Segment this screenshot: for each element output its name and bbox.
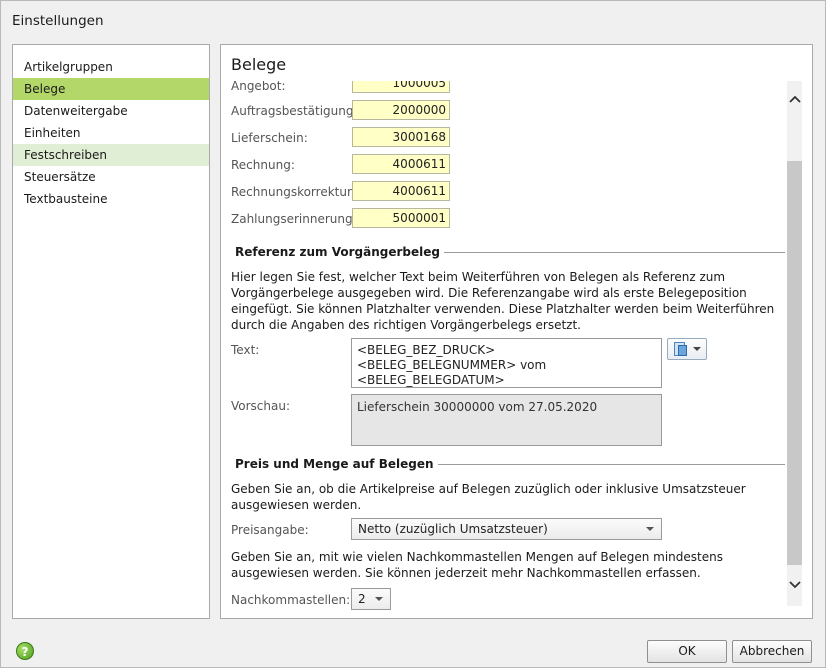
panel-title: Belege xyxy=(231,55,287,74)
number-label-auftragsbestaetigung: Auftragsbestätigung: xyxy=(231,104,358,118)
chevron-up-icon xyxy=(788,95,801,103)
decimals-select[interactable]: 2 xyxy=(351,588,391,610)
preview-label: Vorschau: xyxy=(231,399,291,413)
nav-item-einheiten[interactable]: Einheiten xyxy=(13,122,209,144)
dialog-title: Einstellungen xyxy=(12,13,104,29)
number-field-rechnung[interactable]: 4000611 xyxy=(352,154,450,174)
chevron-down-icon xyxy=(646,527,654,531)
vertical-scrollbar[interactable] xyxy=(787,81,802,606)
reference-description: Hier legen Sie fest, welcher Text beim W… xyxy=(231,270,775,332)
settings-dialog: Einstellungen Artikelgruppen Belege Date… xyxy=(0,0,826,668)
price-description: Geben Sie an, ob die Artikelpreise auf B… xyxy=(231,482,746,512)
insert-placeholder-button[interactable] xyxy=(667,338,707,360)
settings-nav: Artikelgruppen Belege Datenweitergabe Ei… xyxy=(12,44,210,619)
nav-item-datenweitergabe[interactable]: Datenweitergabe xyxy=(13,100,209,122)
scroll-up-button[interactable] xyxy=(787,89,802,111)
chevron-down-icon xyxy=(693,347,701,351)
decimals-label: Nachkommastellen: xyxy=(231,593,351,607)
reference-preview: Lieferschein 30000000 vom 27.05.2020 xyxy=(351,394,662,446)
number-field-rechnungskorrektur[interactable]: 4000611 xyxy=(352,181,450,201)
number-label-rechnungskorrektur: Rechnungskorrektur: xyxy=(231,185,356,199)
number-label-lieferschein: Lieferschein: xyxy=(231,131,308,145)
price-select[interactable]: Netto (zuzüglich Umsatzsteuer) xyxy=(351,518,662,540)
chevron-down-icon xyxy=(375,597,383,601)
settings-panel: Belege Angebot: 1000005 Auftragsbestätig… xyxy=(220,44,813,619)
number-label-zahlungserinnerung: Zahlungserinnerung: xyxy=(231,212,357,226)
section-heading-preis: Preis und Menge auf Belegen xyxy=(231,457,438,471)
help-button[interactable]: ? xyxy=(16,642,34,660)
section-heading-referenz: Referenz zum Vorgängerbeleg xyxy=(231,245,444,259)
decimals-description: Geben Sie an, mit wie vielen Nachkommast… xyxy=(231,550,723,580)
scroll-down-button[interactable] xyxy=(787,575,802,597)
nav-item-textbausteine[interactable]: Textbausteine xyxy=(13,188,209,210)
text-label: Text: xyxy=(231,343,260,357)
number-field-auftragsbestaetigung[interactable]: 2000000 xyxy=(352,100,450,120)
nav-item-artikelgruppen[interactable]: Artikelgruppen xyxy=(13,56,209,78)
decimals-select-value: 2 xyxy=(358,592,366,606)
panel-scroll-area[interactable]: Angebot: 1000005 Auftragsbestätigung: 20… xyxy=(221,81,791,611)
document-icon xyxy=(678,345,687,356)
chevron-down-icon xyxy=(788,581,801,589)
ok-button[interactable]: OK xyxy=(647,640,727,663)
number-field-lieferschein[interactable]: 3000168 xyxy=(352,127,450,147)
number-field-zahlungserinnerung[interactable]: 5000001 xyxy=(352,208,450,228)
number-label-rechnung: Rechnung: xyxy=(231,158,295,172)
nav-item-belege[interactable]: Belege xyxy=(13,78,209,100)
scrollbar-thumb[interactable] xyxy=(787,161,802,565)
nav-item-festschreiben[interactable]: Festschreiben xyxy=(13,144,209,166)
reference-text-input[interactable]: <BELEG_BEZ_DRUCK> <BELEG_BELEGNUMMER> vo… xyxy=(351,338,662,388)
price-select-value: Netto (zuzüglich Umsatzsteuer) xyxy=(358,522,548,536)
nav-item-steuersaetze[interactable]: Steuersätze xyxy=(13,166,209,188)
number-field-angebot[interactable]: 1000005 xyxy=(352,81,450,93)
cancel-button[interactable]: Abbrechen xyxy=(732,640,812,663)
price-label: Preisangabe: xyxy=(231,523,309,537)
number-label-angebot: Angebot: xyxy=(231,81,286,93)
